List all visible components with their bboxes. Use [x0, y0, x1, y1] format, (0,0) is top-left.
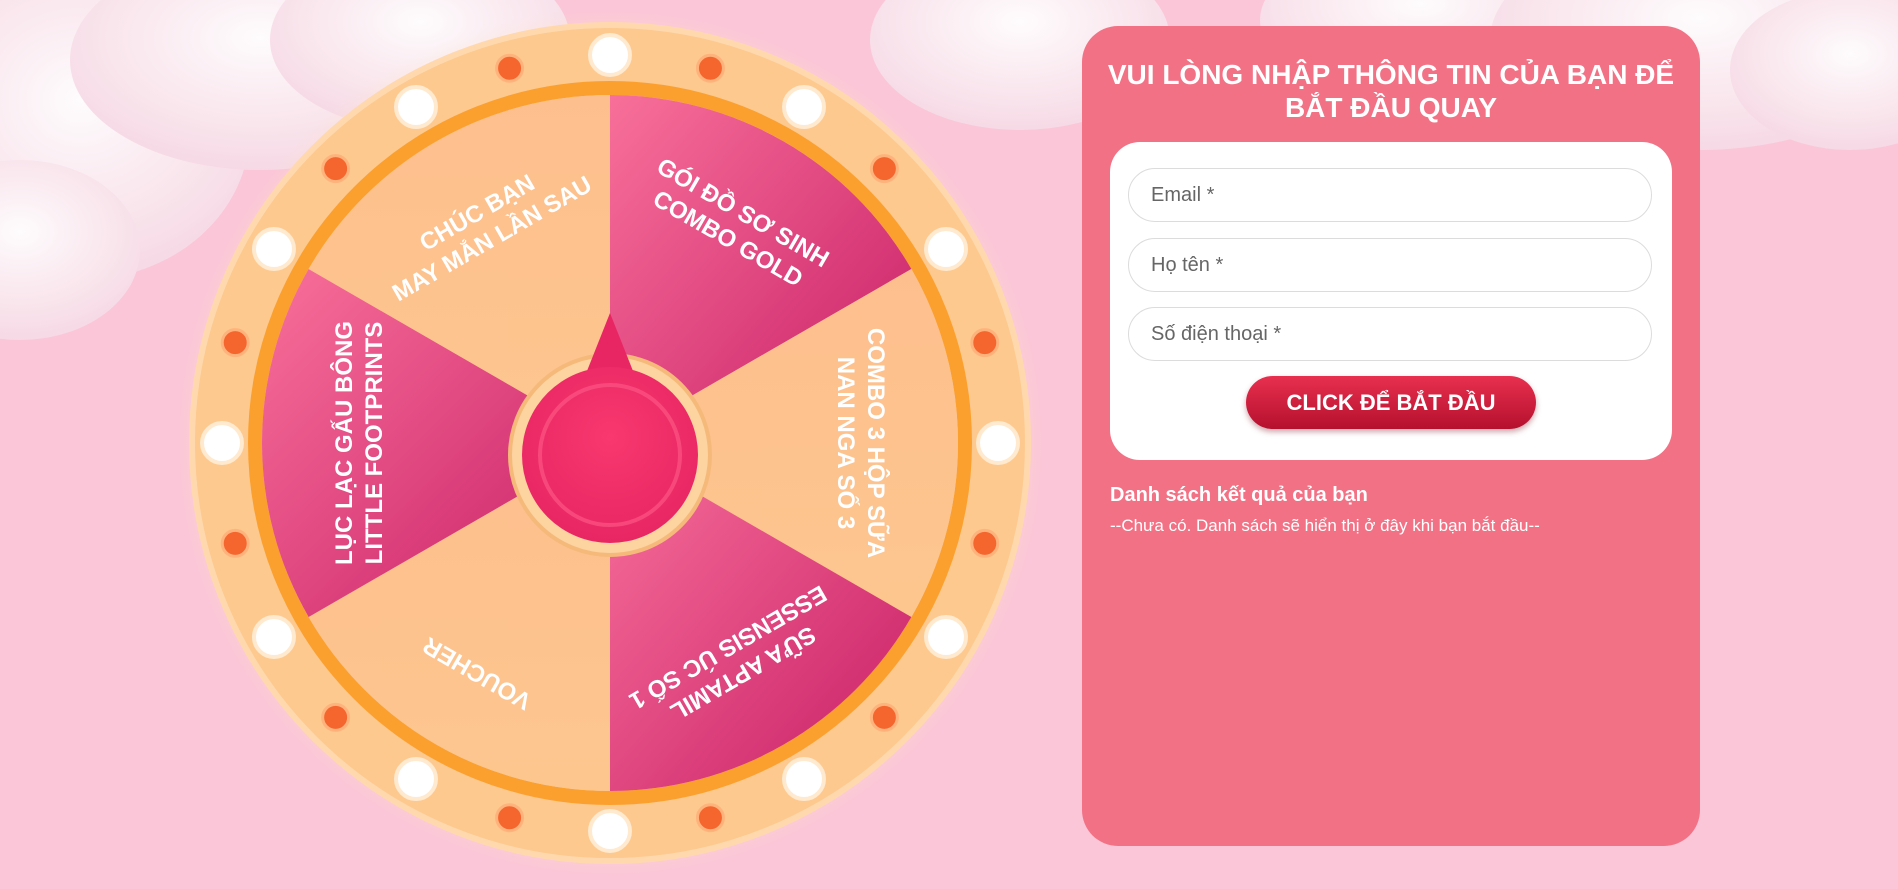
white-bulb-icon [394, 757, 438, 802]
email-field[interactable] [1128, 168, 1652, 222]
wheel-prize-text: LITTLE FOOTPRINTS [361, 322, 388, 565]
orange-bulb-icon [970, 328, 1000, 358]
spin-hub[interactable] [522, 367, 698, 543]
white-bulb-icon [782, 84, 826, 129]
form-panel: VUI LÒNG NHẬP THÔNG TIN CỦA BẠN ĐỂ BẮT Đ… [1082, 26, 1700, 846]
orange-bulb-icon [321, 702, 351, 732]
start-spin-button[interactable]: CLICK ĐỂ BẮT ĐẦU [1246, 376, 1536, 429]
results-title: Danh sách kết quả của bạn [1110, 484, 1368, 506]
orange-bulb-icon [970, 528, 1000, 558]
white-bulb-icon [924, 227, 969, 271]
orange-bulb-icon [695, 53, 725, 83]
orange-bulb-icon [495, 803, 525, 833]
orange-bulb-icon [495, 53, 525, 83]
wheel-prize-text: COMBO 3 HỘP SỮA [862, 328, 890, 558]
orange-bulb-icon [869, 702, 899, 732]
wheel-prize-text: LỤC LẠC GẤU BÔNG [330, 321, 358, 565]
orange-bulb-icon [220, 328, 250, 358]
phone-field[interactable] [1128, 307, 1652, 361]
orange-bulb-icon [321, 154, 351, 184]
white-bulb-icon [588, 809, 632, 853]
name-field[interactable] [1128, 238, 1652, 292]
form-card: CLICK ĐỂ BẮT ĐẦU [1110, 142, 1672, 460]
orange-bulb-icon [695, 803, 725, 833]
white-bulb-icon [976, 421, 1020, 465]
white-bulb-icon [782, 757, 826, 802]
white-bulb-icon [924, 615, 969, 659]
orange-bulb-icon [869, 154, 899, 184]
white-bulb-icon [251, 227, 296, 271]
lucky-wheel[interactable]: GÓI ĐỒ SƠ SINH COMBO GOLD COMBO 3 HỘP SỮA N… [175, 8, 1045, 878]
form-title: VUI LÒNG NHẬP THÔNG TIN CỦA BẠN ĐỂ BẮT Đ… [1107, 59, 1675, 123]
wheel-prize-text: NAN NGA SỐ 3 [832, 357, 860, 529]
orange-bulb-icon [220, 528, 250, 558]
results-empty-text: --Chưa có. Danh sách sẽ hiển thị ở đây k… [1110, 516, 1540, 535]
white-bulb-icon [200, 421, 244, 465]
white-bulb-icon [251, 615, 296, 659]
white-bulb-icon [394, 84, 438, 129]
white-bulb-icon [588, 33, 632, 77]
